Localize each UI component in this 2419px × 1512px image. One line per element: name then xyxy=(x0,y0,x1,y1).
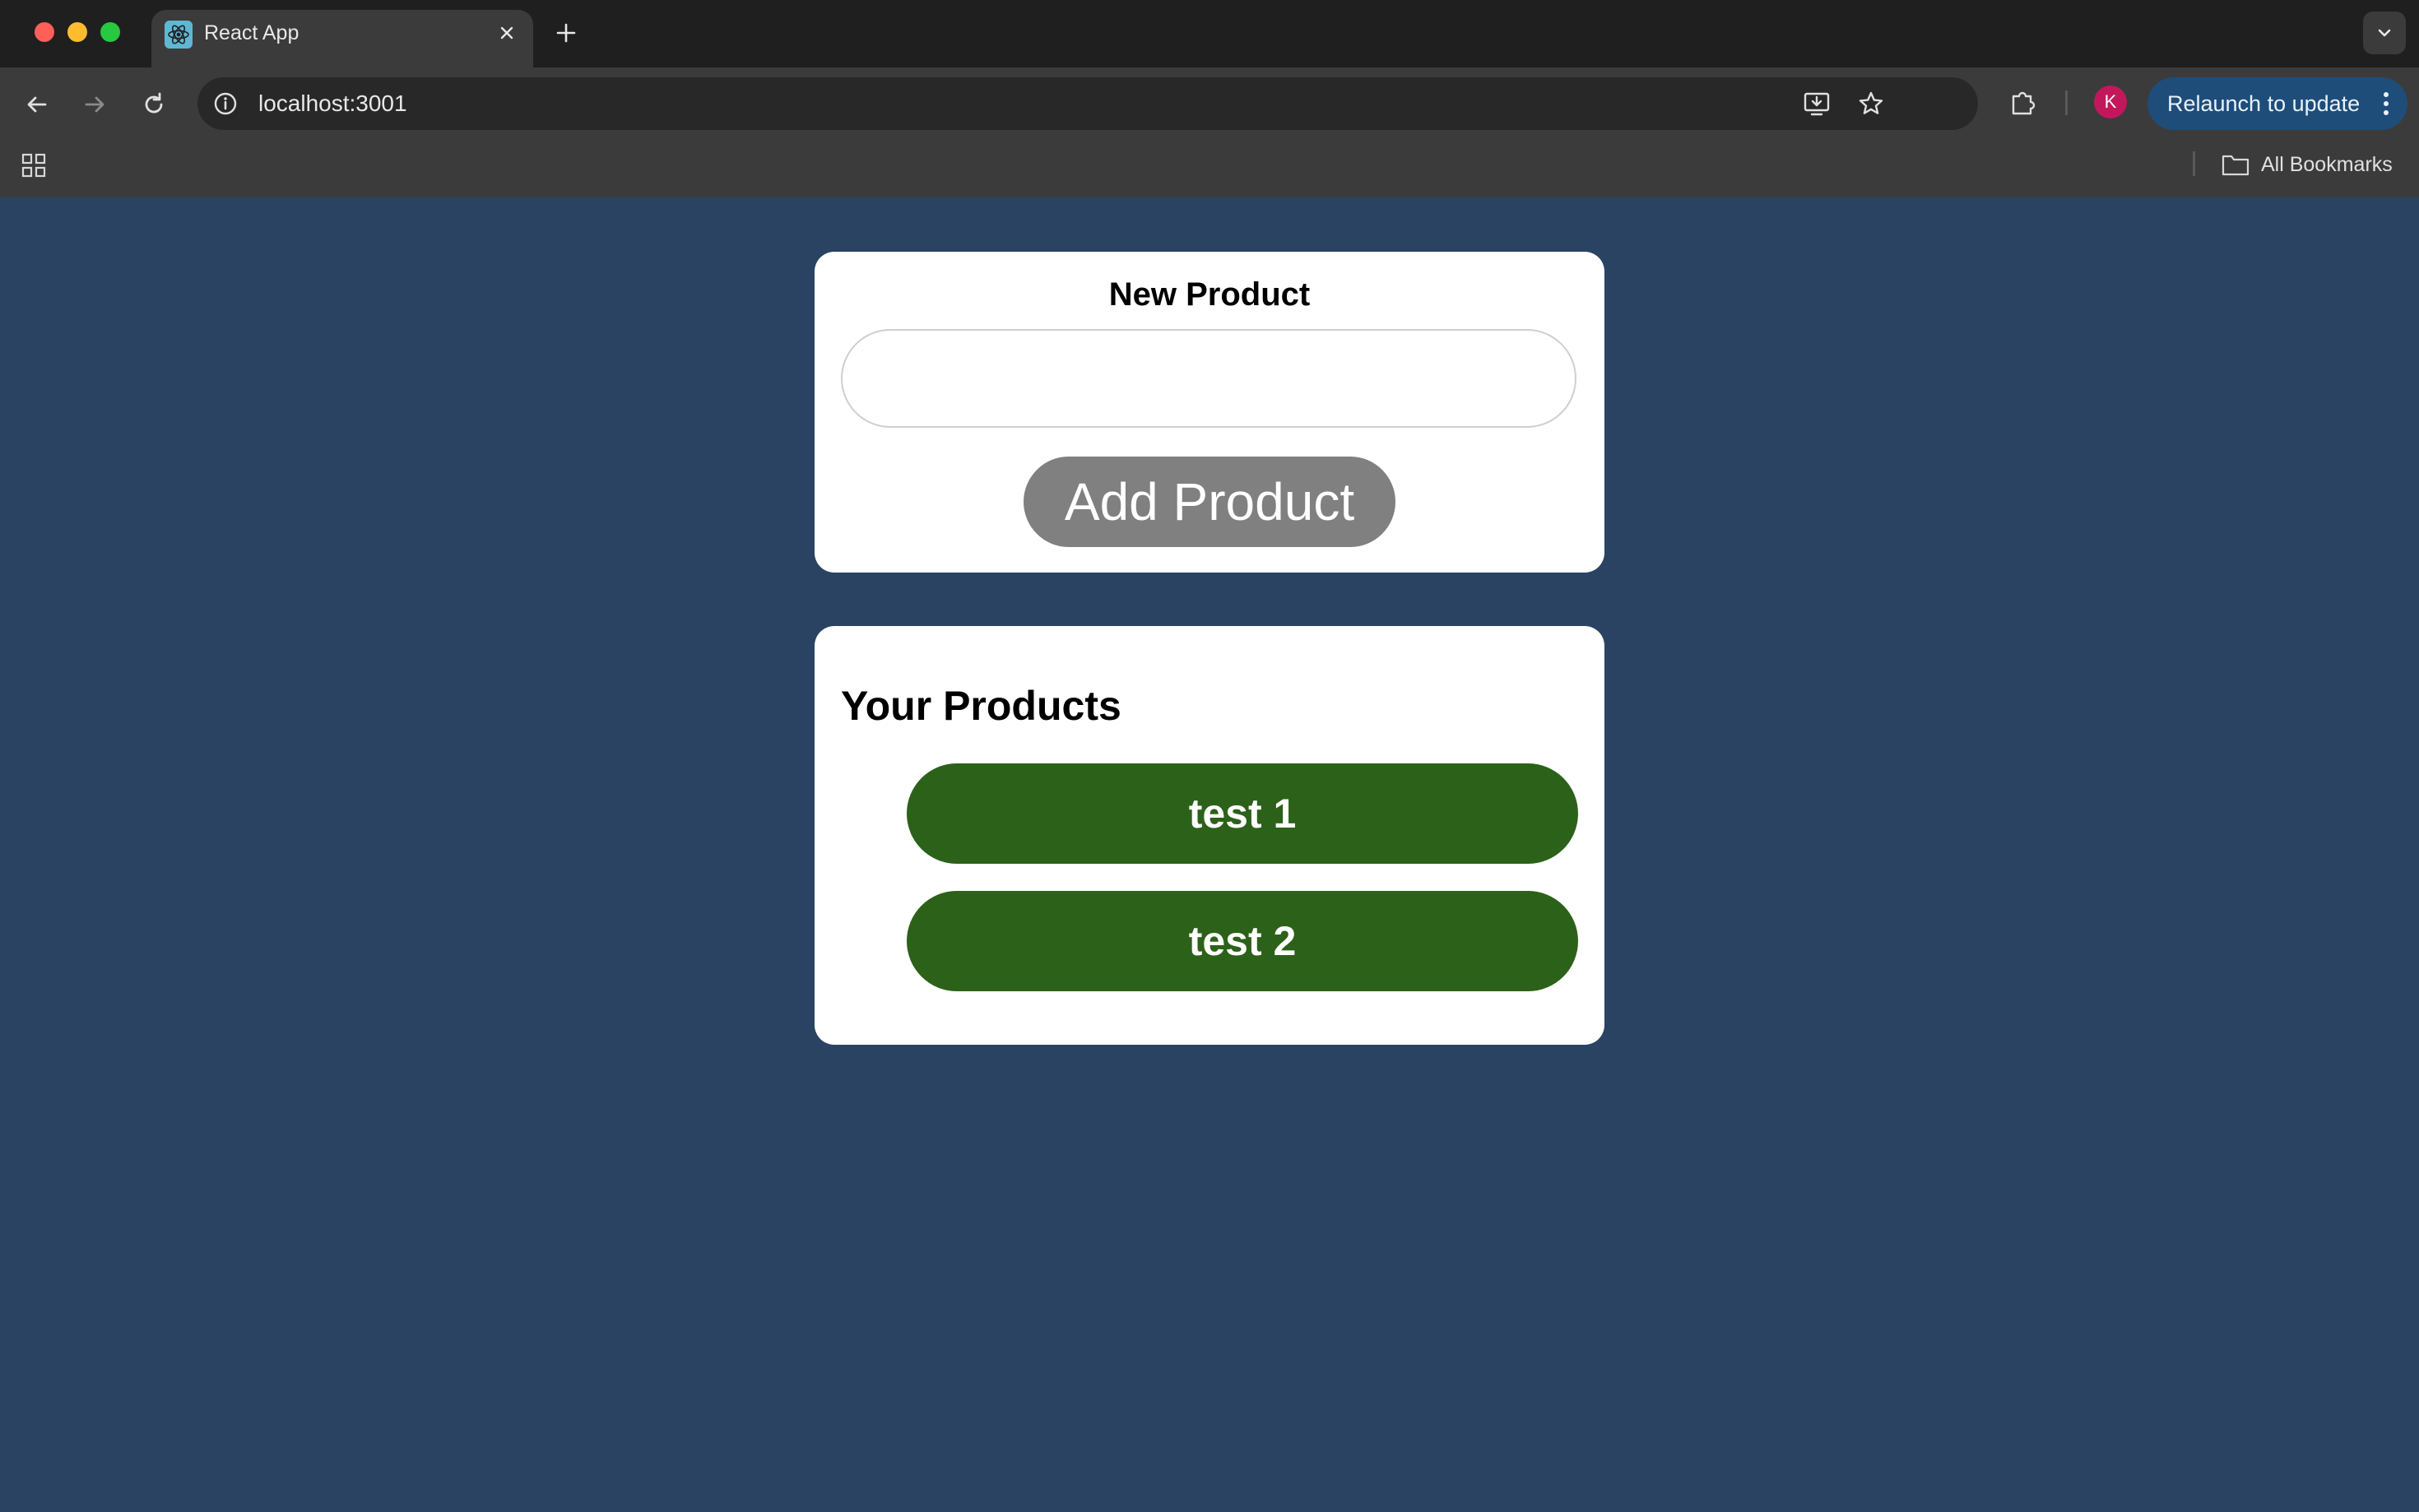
products-card: Your Products test 1 test 2 xyxy=(815,626,1604,1045)
site-info-icon[interactable] xyxy=(211,89,240,118)
install-app-icon[interactable] xyxy=(1800,87,1833,120)
tab-react-app[interactable]: React App xyxy=(151,10,533,67)
reload-icon[interactable] xyxy=(135,86,173,123)
bookmarks-bar xyxy=(0,140,2419,197)
product-item[interactable]: test 2 xyxy=(907,891,1578,991)
bookmark-star-icon[interactable] xyxy=(1855,87,1887,120)
tab-title: React App xyxy=(204,21,299,44)
your-products-title: Your Products xyxy=(841,683,1121,729)
back-arrow-icon[interactable] xyxy=(18,86,56,123)
tab-search-chevron-icon[interactable] xyxy=(2363,12,2406,54)
maximize-window-button[interactable] xyxy=(100,22,120,42)
product-name-input[interactable] xyxy=(841,329,1576,428)
tab-strip: React App xyxy=(0,0,2419,67)
new-product-card: New Product Add Product xyxy=(815,252,1604,573)
forward-arrow-icon[interactable] xyxy=(76,86,114,123)
profile-initial: K xyxy=(2104,91,2117,112)
all-bookmarks-label: All Bookmarks xyxy=(2261,152,2393,176)
toolbar-divider xyxy=(2065,90,2068,115)
bookmarks-divider xyxy=(2193,151,2195,176)
more-menu-icon[interactable] xyxy=(2378,90,2394,117)
close-window-button[interactable] xyxy=(35,22,54,42)
tab-close-icon[interactable] xyxy=(492,18,522,48)
folder-icon xyxy=(2222,155,2250,176)
all-bookmarks-button[interactable]: All Bookmarks xyxy=(2222,150,2393,179)
profile-avatar[interactable]: K xyxy=(2094,86,2127,118)
minimize-window-button[interactable] xyxy=(67,22,87,42)
new-product-title: New Product xyxy=(1108,276,1311,313)
react-logo-icon xyxy=(165,21,193,49)
address-url: localhost:3001 xyxy=(258,90,407,116)
extensions-puzzle-icon[interactable] xyxy=(2004,84,2042,122)
relaunch-to-update-button[interactable]: Relaunch to update xyxy=(2147,77,2407,130)
product-item[interactable]: test 1 xyxy=(907,763,1578,864)
address-bar[interactable]: localhost:3001 xyxy=(197,77,1978,130)
add-product-button[interactable]: Add Product xyxy=(1024,457,1395,547)
new-tab-plus-icon[interactable] xyxy=(550,16,583,49)
relaunch-label: Relaunch to update xyxy=(2167,91,2361,116)
apps-grid-icon[interactable] xyxy=(16,148,51,183)
browser-chrome: React App localhost:3001 K Relaunch to u… xyxy=(0,0,2419,197)
